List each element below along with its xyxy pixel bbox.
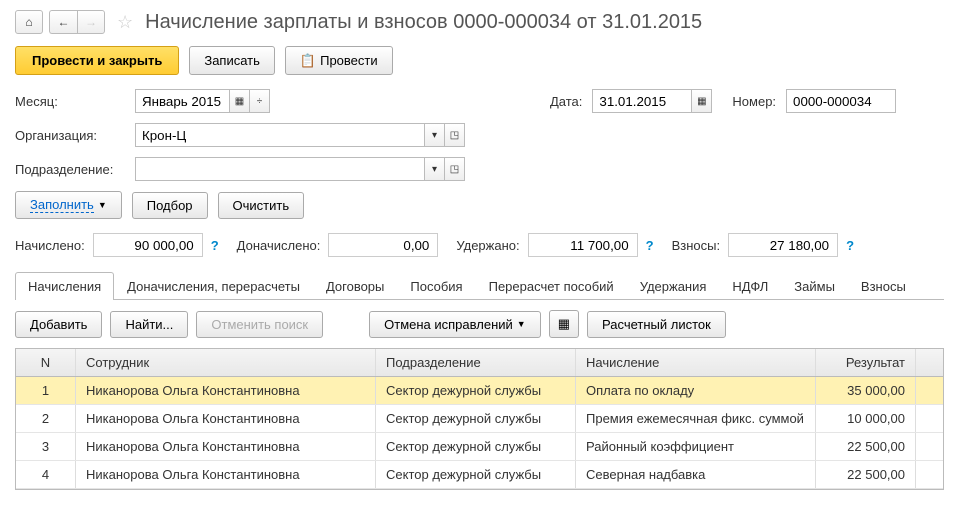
find-button[interactable]: Найти... xyxy=(110,311,188,338)
grid-icon: ▦ xyxy=(558,316,570,332)
tab-1[interactable]: Доначисления, перерасчеты xyxy=(114,272,313,300)
withheld-label: Удержано: xyxy=(456,238,519,253)
grid-header-accrual[interactable]: Начисление xyxy=(576,349,816,376)
cell-employee: Никанорова Ольга Константиновна xyxy=(76,377,376,404)
cancel-fix-button[interactable]: Отмена исправлений ▼ xyxy=(369,311,541,338)
withheld-help-icon[interactable]: ? xyxy=(646,238,654,253)
month-label: Месяц: xyxy=(15,94,125,109)
tab-4[interactable]: Перерасчет пособий xyxy=(476,272,627,300)
accrued-label: Начислено: xyxy=(15,238,85,253)
accrued-value xyxy=(93,233,203,257)
cell-department: Сектор дежурной службы xyxy=(376,433,576,460)
dept-dropdown-button[interactable]: ▾ xyxy=(425,157,445,181)
tab-5[interactable]: Удержания xyxy=(627,272,720,300)
org-input[interactable] xyxy=(135,123,425,147)
add-button[interactable]: Добавить xyxy=(15,311,102,338)
cell-n: 2 xyxy=(16,405,76,432)
post-icon: 📋 xyxy=(300,53,316,69)
cell-result: 22 500,00 xyxy=(816,433,916,460)
date-label: Дата: xyxy=(550,94,582,109)
month-calendar-button[interactable]: ▦ xyxy=(230,89,250,113)
contrib-label: Взносы: xyxy=(672,238,721,253)
cell-employee: Никанорова Ольга Константиновна xyxy=(76,461,376,488)
cell-department: Сектор дежурной службы xyxy=(376,405,576,432)
tab-7[interactable]: Займы xyxy=(781,272,848,300)
tab-8[interactable]: Взносы xyxy=(848,272,919,300)
fill-button[interactable]: Заполнить ▼ xyxy=(15,191,122,219)
tabs-container: НачисленияДоначисления, перерасчетыДогов… xyxy=(15,271,944,300)
cell-result: 22 500,00 xyxy=(816,461,916,488)
add-accrued-value xyxy=(328,233,438,257)
payslip-button[interactable]: Расчетный листок xyxy=(587,311,726,338)
number-input[interactable] xyxy=(786,89,896,113)
forward-button[interactable]: → xyxy=(77,10,105,34)
cell-employee: Никанорова Ольга Константиновна xyxy=(76,405,376,432)
accrued-help-icon[interactable]: ? xyxy=(211,238,219,253)
tab-3[interactable]: Пособия xyxy=(397,272,475,300)
date-input[interactable] xyxy=(592,89,692,113)
grid-header-employee[interactable]: Сотрудник xyxy=(76,349,376,376)
cell-result: 10 000,00 xyxy=(816,405,916,432)
grid-header-department[interactable]: Подразделение xyxy=(376,349,576,376)
dept-open-button[interactable]: ◳ xyxy=(445,157,465,181)
chevron-down-icon: ▼ xyxy=(98,200,107,210)
cell-n: 3 xyxy=(16,433,76,460)
home-button[interactable]: ⌂ xyxy=(15,10,43,34)
table-row[interactable]: 3Никанорова Ольга КонстантиновнаСектор д… xyxy=(16,433,943,461)
chevron-down-icon: ▼ xyxy=(517,319,526,329)
org-label: Организация: xyxy=(15,128,125,143)
cell-accrual: Северная надбавка xyxy=(576,461,816,488)
org-dropdown-button[interactable]: ▾ xyxy=(425,123,445,147)
post-button[interactable]: 📋Провести xyxy=(285,46,393,75)
contrib-value xyxy=(728,233,838,257)
cell-result: 35 000,00 xyxy=(816,377,916,404)
tab-6[interactable]: НДФЛ xyxy=(719,272,781,300)
favorite-icon[interactable]: ☆ xyxy=(117,12,133,33)
grid-settings-button[interactable]: ▦ xyxy=(549,310,579,338)
table-row[interactable]: 4Никанорова Ольга КонстантиновнаСектор д… xyxy=(16,461,943,489)
clear-button[interactable]: Очистить xyxy=(218,192,305,219)
cell-accrual: Оплата по окладу xyxy=(576,377,816,404)
select-button[interactable]: Подбор xyxy=(132,192,208,219)
grid-header-result[interactable]: Результат xyxy=(816,349,916,376)
date-calendar-button[interactable]: ▦ xyxy=(692,89,712,113)
number-label: Номер: xyxy=(732,94,776,109)
cell-n: 4 xyxy=(16,461,76,488)
org-open-button[interactable]: ◳ xyxy=(445,123,465,147)
table-row[interactable]: 2Никанорова Ольга КонстантиновнаСектор д… xyxy=(16,405,943,433)
cell-department: Сектор дежурной службы xyxy=(376,377,576,404)
contrib-help-icon[interactable]: ? xyxy=(846,238,854,253)
page-title: Начисление зарплаты и взносов 0000-00003… xyxy=(145,11,702,34)
accruals-grid[interactable]: N Сотрудник Подразделение Начисление Рез… xyxy=(15,348,944,490)
cancel-search-button: Отменить поиск xyxy=(196,311,323,338)
dept-input[interactable] xyxy=(135,157,425,181)
table-row[interactable]: 1Никанорова Ольга КонстантиновнаСектор д… xyxy=(16,377,943,405)
dept-label: Подразделение: xyxy=(15,162,125,177)
cell-n: 1 xyxy=(16,377,76,404)
month-input[interactable] xyxy=(135,89,230,113)
tab-2[interactable]: Договоры xyxy=(313,272,397,300)
grid-header-n[interactable]: N xyxy=(16,349,76,376)
cell-department: Сектор дежурной службы xyxy=(376,461,576,488)
cell-employee: Никанорова Ольга Константиновна xyxy=(76,433,376,460)
cell-accrual: Районный коэффициент xyxy=(576,433,816,460)
withheld-value xyxy=(528,233,638,257)
cell-accrual: Премия ежемесячная фикс. суммой xyxy=(576,405,816,432)
back-button[interactable]: ← xyxy=(49,10,77,34)
add-accrued-label: Доначислено: xyxy=(237,238,321,253)
post-and-close-button[interactable]: Провести и закрыть xyxy=(15,46,179,75)
tab-0[interactable]: Начисления xyxy=(15,272,114,300)
save-button[interactable]: Записать xyxy=(189,46,275,75)
month-step-button[interactable]: ÷ xyxy=(250,89,270,113)
